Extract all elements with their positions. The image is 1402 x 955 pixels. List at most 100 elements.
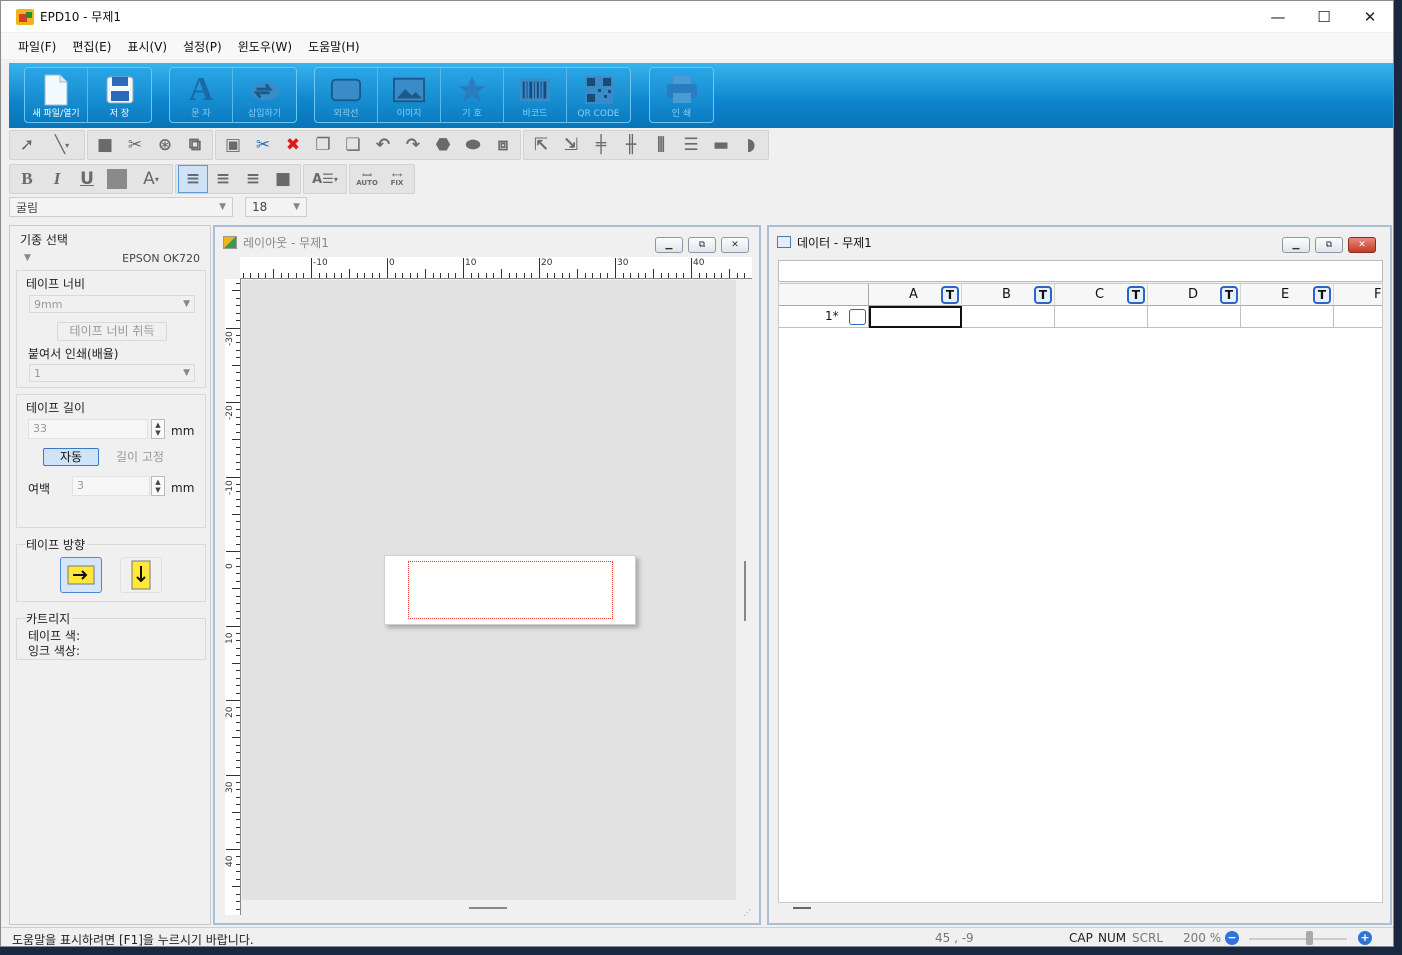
align-right-icon[interactable]: ≡ bbox=[238, 165, 268, 193]
layout-restore-button[interactable]: ⧉ bbox=[688, 237, 716, 253]
close-button[interactable]: ✕ bbox=[1347, 1, 1393, 32]
horizontal-direction-button[interactable] bbox=[60, 557, 102, 593]
delete-icon[interactable]: ✖ bbox=[278, 131, 308, 159]
tag-shape-icon[interactable]: ◗ bbox=[736, 131, 766, 159]
menu-window[interactable]: 윈도우(W) bbox=[230, 38, 300, 55]
data-minimize-button[interactable]: ▁ bbox=[1282, 237, 1310, 253]
column-header-c[interactable]: C T bbox=[1055, 284, 1148, 306]
text-type-icon[interactable]: T bbox=[1220, 286, 1238, 304]
globe-tool-icon[interactable]: ⊛ bbox=[150, 131, 180, 159]
layout-vertical-splitter[interactable] bbox=[744, 561, 746, 621]
paste-icon[interactable]: ❏ bbox=[338, 131, 368, 159]
print-button[interactable]: 인 쇄 bbox=[650, 68, 713, 122]
cell-e1[interactable] bbox=[1241, 306, 1334, 328]
barcode-button[interactable]: 바코드 bbox=[504, 68, 567, 122]
scissors-tool-icon[interactable]: ✂ bbox=[120, 131, 150, 159]
symbol-button[interactable]: 기 호 bbox=[441, 68, 504, 122]
copy-icon[interactable]: ❐ bbox=[308, 131, 338, 159]
cell-edit-bar[interactable] bbox=[778, 260, 1383, 282]
insert-button[interactable]: 삽입하기 bbox=[233, 68, 296, 122]
column-header-a[interactable]: A T bbox=[869, 284, 962, 306]
margin-input[interactable]: 3 bbox=[72, 476, 150, 496]
auto-length-button[interactable]: 자동 bbox=[43, 448, 99, 466]
row-header-1[interactable]: 1* bbox=[779, 306, 869, 328]
layout-canvas[interactable] bbox=[242, 280, 736, 900]
send-back-icon[interactable]: ⇲ bbox=[556, 131, 586, 159]
align-center-v-icon[interactable]: ╫ bbox=[616, 131, 646, 159]
margin-spinner[interactable]: ▲ ▼ bbox=[151, 476, 165, 496]
text-spacing-icon[interactable]: A☰ ▾ bbox=[306, 165, 344, 193]
underline-button[interactable]: U bbox=[72, 165, 102, 193]
font-color-button[interactable]: A ▾ bbox=[132, 165, 170, 193]
cell-c1[interactable] bbox=[1055, 306, 1148, 328]
italic-button[interactable]: I bbox=[42, 165, 72, 193]
vertical-direction-button[interactable] bbox=[120, 557, 162, 593]
menu-settings[interactable]: 설정(P) bbox=[175, 38, 230, 55]
tag-icon[interactable]: ⬬ bbox=[458, 131, 488, 159]
zoom-out-button[interactable]: − bbox=[1225, 931, 1239, 945]
zoom-slider-track[interactable] bbox=[1249, 938, 1347, 940]
auto-fit-button[interactable]: ⟺ AUTO bbox=[352, 165, 382, 193]
distribute-v-icon[interactable]: ☰ bbox=[676, 131, 706, 159]
text-type-icon[interactable]: T bbox=[1034, 286, 1052, 304]
select-arrow-icon[interactable]: ➚ bbox=[12, 131, 42, 159]
data-restore-button[interactable]: ⧉ bbox=[1315, 237, 1343, 253]
bold-button[interactable]: B bbox=[12, 165, 42, 193]
text-button[interactable]: A 문 자 bbox=[170, 68, 233, 122]
cell-b1[interactable] bbox=[962, 306, 1055, 328]
minimize-button[interactable]: — bbox=[1255, 1, 1301, 32]
bring-front-icon[interactable]: ⇱ bbox=[526, 131, 556, 159]
text-type-icon[interactable]: T bbox=[941, 286, 959, 304]
image-button[interactable]: 이미지 bbox=[378, 68, 441, 122]
group-icon[interactable]: ⬣ bbox=[428, 131, 458, 159]
data-splitter[interactable] bbox=[793, 907, 811, 909]
resize-grip-icon[interactable]: ⋰ bbox=[743, 908, 751, 917]
column-header-d[interactable]: D T bbox=[1148, 284, 1241, 306]
layout-horizontal-splitter[interactable] bbox=[469, 907, 507, 909]
qrcode-button[interactable]: QR CODE bbox=[567, 68, 630, 122]
layout-close-button[interactable]: ✕ bbox=[721, 237, 749, 253]
row-checkbox[interactable] bbox=[849, 309, 866, 325]
column-header-b[interactable]: B T bbox=[962, 284, 1055, 306]
align-center-h-icon[interactable]: ╪ bbox=[586, 131, 616, 159]
fixed-length-option[interactable]: 길이 고정 bbox=[116, 448, 164, 465]
get-tape-width-button[interactable]: 테이프 너비 취득 bbox=[57, 322, 167, 341]
tape-length-input[interactable]: 33 bbox=[28, 419, 148, 439]
text-type-icon[interactable]: T bbox=[1127, 286, 1145, 304]
tape-width-select[interactable]: 9mm ▼ bbox=[29, 295, 195, 313]
tape-length-spinner[interactable]: ▲ ▼ bbox=[151, 419, 165, 439]
frame-tool-icon[interactable]: ▣ bbox=[218, 131, 248, 159]
cell-f1[interactable] bbox=[1334, 306, 1382, 328]
zoom-in-button[interactable]: + bbox=[1358, 931, 1372, 945]
menu-help[interactable]: 도움말(H) bbox=[300, 38, 368, 55]
highlight-icon[interactable] bbox=[102, 165, 132, 193]
new-open-button[interactable]: 새 파일/열기 bbox=[25, 68, 88, 122]
font-size-select[interactable]: 18 ▼ bbox=[245, 197, 307, 217]
undo-icon[interactable]: ↶ bbox=[368, 131, 398, 159]
text-type-icon[interactable]: T bbox=[1313, 286, 1331, 304]
save-button[interactable]: 저 장 bbox=[88, 68, 151, 122]
zoom-slider-thumb[interactable] bbox=[1306, 931, 1313, 945]
maximize-button[interactable]: ☐ bbox=[1301, 1, 1347, 32]
align-center-icon[interactable]: ≡ bbox=[208, 165, 238, 193]
multi-print-select[interactable]: 1 ▼ bbox=[29, 364, 195, 382]
rounded-rect-icon[interactable]: ▬ bbox=[706, 131, 736, 159]
align-left-icon[interactable]: ≡ bbox=[178, 165, 208, 193]
column-header-f[interactable]: F bbox=[1334, 284, 1382, 306]
fix-size-button[interactable]: ⟷ FIX bbox=[382, 165, 412, 193]
menu-file[interactable]: 파일(F) bbox=[10, 38, 64, 55]
frame-button[interactable]: 외곽선 bbox=[315, 68, 378, 122]
redo-icon[interactable]: ↷ bbox=[398, 131, 428, 159]
ungroup-icon[interactable]: ⧈ bbox=[488, 131, 518, 159]
column-header-e[interactable]: E T bbox=[1241, 284, 1334, 306]
layer-tool-icon[interactable]: ⧉ bbox=[180, 131, 210, 159]
model-select[interactable]: ▼ EPSON OK720 bbox=[20, 249, 204, 267]
justify-icon[interactable]: ■ bbox=[268, 165, 298, 193]
menu-view[interactable]: 표시(V) bbox=[119, 38, 175, 55]
cut-icon[interactable]: ✂ bbox=[248, 131, 278, 159]
cell-d1[interactable] bbox=[1148, 306, 1241, 328]
line-tool-icon[interactable]: ╲ ▾ bbox=[42, 131, 82, 159]
menu-edit[interactable]: 편집(E) bbox=[64, 38, 119, 55]
rectangle-tool-icon[interactable]: ■ bbox=[90, 131, 120, 159]
data-close-button[interactable]: ✕ bbox=[1348, 237, 1376, 253]
